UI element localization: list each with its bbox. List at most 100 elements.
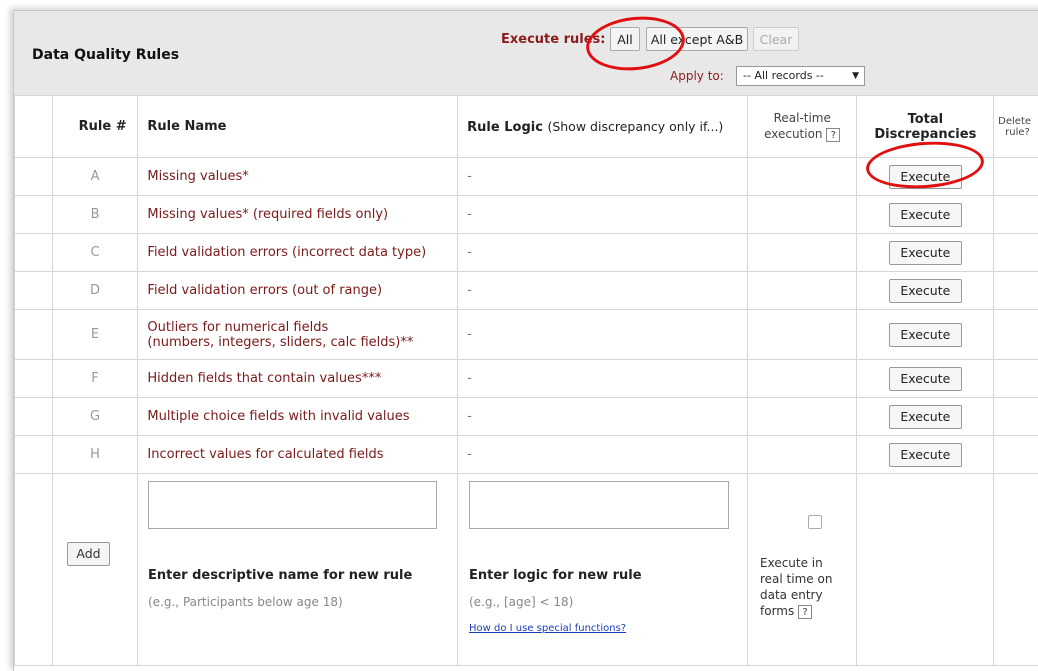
add-cell: [52, 474, 138, 666]
rule-logic: -: [458, 158, 748, 196]
realtime-cell: [747, 234, 857, 272]
delete-header-line1: Delete: [998, 116, 1038, 127]
total-cell: Execute: [857, 360, 994, 398]
delete-cell: [994, 196, 1038, 234]
rule-logic: -: [458, 272, 748, 310]
realtime-header-line1: Real-time: [748, 111, 857, 125]
rule-name-header: Rule Name: [138, 96, 458, 158]
realtime-execution-label: Execute in real time on data entry forms…: [760, 555, 832, 619]
blank-cell: [15, 474, 53, 666]
table-row: H Incorrect values for calculated fields…: [15, 436, 1038, 474]
rule-letter: F: [52, 360, 138, 398]
total-cell: Execute: [857, 436, 994, 474]
execute-button[interactable]: Execute: [889, 279, 962, 303]
new-rule-name-example: (e.g., Participants below age 18): [148, 595, 343, 609]
add-rule-button[interactable]: Add: [67, 542, 110, 566]
chevron-down-icon: ▼: [852, 67, 859, 85]
new-rule-logic-example: (e.g., [age] < 18): [469, 595, 573, 609]
help-icon[interactable]: ?: [798, 605, 812, 619]
total-cell: Execute: [857, 310, 994, 360]
table-row: C Field validation errors (incorrect dat…: [15, 234, 1038, 272]
new-total-cell: [857, 474, 994, 666]
total-cell: Execute: [857, 196, 994, 234]
realtime-header: Real-time execution ?: [747, 96, 857, 158]
rule-logic: -: [458, 360, 748, 398]
new-delete-cell: [994, 474, 1038, 666]
total-header-line2: Discrepancies: [857, 127, 993, 142]
delete-cell: [994, 158, 1038, 196]
rule-logic: -: [458, 436, 748, 474]
rule-name: Field validation errors (incorrect data …: [138, 234, 458, 272]
rule-letter: A: [52, 158, 138, 196]
realtime-cell: [747, 272, 857, 310]
total-cell: Execute: [857, 234, 994, 272]
realtime-execution-checkbox[interactable]: [808, 515, 822, 529]
blank-header: [15, 96, 53, 158]
rule-letter: D: [52, 272, 138, 310]
table-row: B Missing values* (required fields only)…: [15, 196, 1038, 234]
rule-logic: -: [458, 196, 748, 234]
realtime-label-line1: Execute in: [760, 555, 832, 571]
delete-cell: [994, 310, 1038, 360]
delete-rule-header: Delete rule?: [994, 96, 1038, 158]
realtime-label-line2: real time on: [760, 571, 832, 587]
rule-logic-title: Rule Logic: [467, 120, 543, 135]
execute-button[interactable]: Execute: [889, 443, 962, 467]
rule-letter: C: [52, 234, 138, 272]
rule-name-line1: Outliers for numerical fields: [147, 320, 457, 335]
new-rule-logic-input[interactable]: [469, 481, 729, 529]
blank-cell: [15, 196, 53, 234]
delete-cell: [994, 398, 1038, 436]
total-header-line1: Total: [857, 112, 993, 127]
rule-name: Multiple choice fields with invalid valu…: [138, 398, 458, 436]
special-functions-help-link[interactable]: How do I use special functions?: [469, 623, 626, 634]
delete-cell: [994, 272, 1038, 310]
new-rule-logic-caption: Enter logic for new rule: [469, 568, 642, 583]
execute-button[interactable]: Execute: [889, 405, 962, 429]
table-row: F Hidden fields that contain values*** -…: [15, 360, 1038, 398]
execute-button[interactable]: Execute: [889, 203, 962, 227]
panel-header: Data Quality Rules Execute rules: All Al…: [14, 11, 1038, 96]
rule-logic: -: [458, 310, 748, 360]
rule-logic-header: Rule Logic (Show discrepancy only if...): [458, 96, 748, 158]
realtime-label-line4: forms: [760, 604, 794, 618]
page-title: Data Quality Rules: [32, 47, 179, 63]
delete-cell: [994, 234, 1038, 272]
realtime-cell: [747, 310, 857, 360]
new-rule-name-input[interactable]: [148, 481, 437, 529]
rule-name-line2: (numbers, integers, sliders, calc fields…: [147, 335, 457, 350]
total-cell: Execute: [857, 272, 994, 310]
help-icon[interactable]: ?: [826, 128, 840, 142]
clear-button[interactable]: Clear: [753, 27, 799, 51]
rule-letter: G: [52, 398, 138, 436]
rule-letter: E: [52, 310, 138, 360]
realtime-header-line2: execution: [764, 127, 822, 141]
rule-name: Incorrect values for calculated fields: [138, 436, 458, 474]
table-row: E Outliers for numerical fields (numbers…: [15, 310, 1038, 360]
realtime-cell: [747, 398, 857, 436]
realtime-cell: [747, 196, 857, 234]
blank-cell: [15, 436, 53, 474]
realtime-cell: [747, 158, 857, 196]
realtime-cell: [747, 436, 857, 474]
blank-cell: [15, 398, 53, 436]
realtime-label-line3: data entry: [760, 587, 832, 603]
apply-to-value: -- All records --: [743, 69, 824, 82]
rule-logic: -: [458, 234, 748, 272]
total-cell: Execute: [857, 398, 994, 436]
blank-cell: [15, 272, 53, 310]
execute-button[interactable]: Execute: [889, 367, 962, 391]
rule-logic: -: [458, 398, 748, 436]
execute-button[interactable]: Execute: [889, 323, 962, 347]
apply-to-select[interactable]: -- All records -- ▼: [736, 66, 865, 86]
blank-cell: [15, 310, 53, 360]
rule-name: Field validation errors (out of range): [138, 272, 458, 310]
execute-button[interactable]: Execute: [889, 241, 962, 265]
rule-logic-note: (Show discrepancy only if...): [547, 119, 723, 134]
rule-letter: B: [52, 196, 138, 234]
new-rule-name-caption: Enter descriptive name for new rule: [148, 568, 412, 583]
blank-cell: [15, 360, 53, 398]
blank-cell: [15, 234, 53, 272]
rule-name: Missing values* (required fields only): [138, 196, 458, 234]
rule-num-header: Rule #: [52, 96, 138, 158]
